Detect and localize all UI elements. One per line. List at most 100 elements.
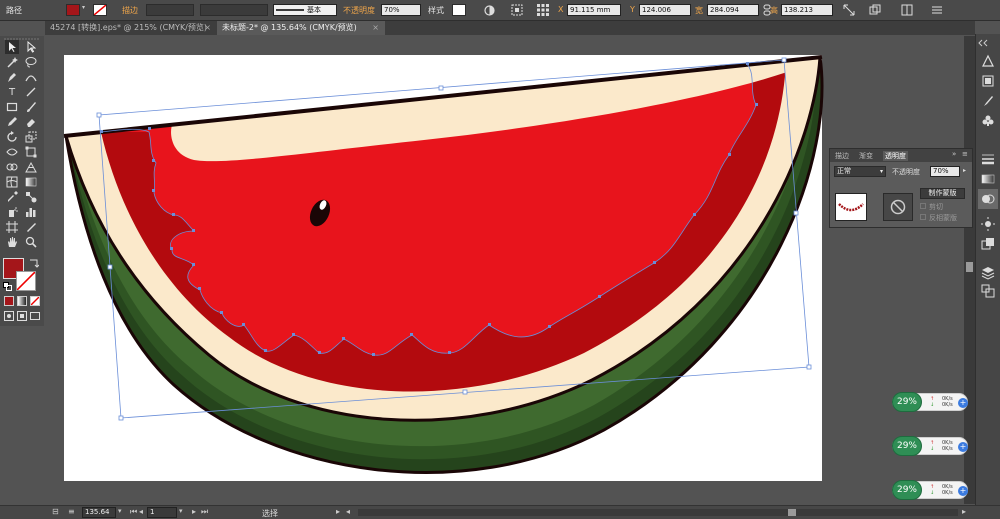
make-mask-button[interactable]: 制作蒙版 (920, 188, 965, 199)
invert-mask-checkbox[interactable] (920, 214, 926, 220)
rectangle-tool-icon[interactable] (5, 100, 19, 114)
plus-icon[interactable]: + (958, 398, 968, 408)
column-graph-tool-icon[interactable] (24, 205, 38, 219)
appearance-panel-icon[interactable] (981, 217, 995, 233)
zoom-dropdown-icon[interactable]: ▾ (118, 507, 122, 515)
default-fill-stroke-icon[interactable] (3, 282, 13, 294)
symbols-panel-icon[interactable] (981, 114, 995, 130)
width-tool-icon[interactable] (5, 145, 19, 159)
swatches-panel-icon[interactable] (981, 74, 995, 90)
rotate-tool-icon[interactable] (5, 130, 19, 144)
opacity-label[interactable]: 不透明度 (343, 5, 375, 16)
clip-checkbox[interactable] (920, 203, 926, 209)
isolate-icon[interactable] (868, 3, 882, 17)
zoom-input[interactable]: 135.64 (82, 507, 116, 518)
scroll-left-icon[interactable]: ◂ (346, 507, 350, 516)
panel-menu-icon[interactable]: ≡ (962, 150, 968, 158)
variable-width-field[interactable] (200, 4, 268, 16)
close-icon[interactable]: × (372, 21, 379, 35)
arrange-documents-icon[interactable] (900, 3, 914, 17)
draw-normal-icon[interactable] (4, 311, 14, 323)
artboard-tool-icon[interactable] (5, 220, 19, 234)
canvas[interactable] (44, 35, 964, 505)
mask-thumbnail[interactable] (883, 193, 913, 221)
opacity-input[interactable]: 70% (930, 166, 960, 177)
status-menu-arrow-icon[interactable]: ▸ (336, 507, 340, 516)
artboards-panel-icon[interactable] (981, 284, 995, 300)
scale-tool-icon[interactable] (24, 130, 38, 144)
graphic-styles-panel-icon[interactable] (981, 237, 995, 253)
opacity-input[interactable]: 70% (381, 4, 421, 16)
tab-stroke[interactable]: 描边 (835, 151, 849, 161)
first-artboard-icon[interactable]: ⏮ (130, 507, 137, 517)
collapse-dock-icon[interactable] (978, 38, 998, 48)
stroke-color-box[interactable] (16, 271, 36, 291)
align-to-icon[interactable] (510, 3, 524, 17)
line-segment-tool-icon[interactable] (24, 85, 38, 99)
perspective-grid-tool-icon[interactable] (24, 160, 38, 174)
recolor-icon[interactable] (482, 3, 496, 17)
brush-profile-field[interactable]: 基本 (273, 4, 337, 16)
layers-panel-icon[interactable] (981, 266, 995, 282)
eraser-tool-icon[interactable] (24, 115, 38, 129)
close-icon[interactable]: × (204, 21, 211, 35)
vertical-scrollbar[interactable] (964, 36, 975, 504)
opacity-slider-arrow-icon[interactable]: ▸ (963, 167, 966, 174)
tab-transparency[interactable]: 透明度 (883, 151, 908, 161)
y-input[interactable]: 124.006 (639, 4, 691, 16)
zoom-tool-icon[interactable] (24, 235, 38, 249)
selection-tool-icon[interactable] (5, 40, 19, 54)
draw-behind-icon[interactable] (17, 311, 27, 323)
stroke-label[interactable]: 描边 (122, 5, 138, 16)
direct-selection-tool-icon[interactable] (24, 40, 38, 54)
lasso-tool-icon[interactable] (24, 55, 38, 69)
object-thumbnail[interactable] (835, 193, 867, 221)
pen-tool-icon[interactable] (5, 70, 19, 84)
type-tool-icon[interactable]: T (5, 85, 19, 99)
gradient-tool-icon[interactable] (24, 175, 38, 189)
next-artboard-icon[interactable]: ▸ (192, 507, 196, 516)
paintbrush-tool-icon[interactable] (24, 100, 38, 114)
blend-mode-select[interactable]: 正常 ▾ (834, 166, 886, 177)
symbol-sprayer-tool-icon[interactable] (5, 205, 19, 219)
magic-wand-tool-icon[interactable] (5, 55, 19, 69)
artboard-number-input[interactable]: 1 (147, 507, 177, 518)
blend-tool-icon[interactable] (24, 190, 38, 204)
fill-color-swatch[interactable] (66, 4, 80, 16)
brushes-panel-icon[interactable] (981, 94, 995, 110)
horizontal-scrollbar-thumb[interactable] (788, 509, 796, 516)
horizontal-scrollbar[interactable] (358, 509, 958, 516)
network-speed-widget[interactable]: 29% ↑ ↓ 0K/s 0K/s + (892, 480, 968, 501)
panel-menu-icon[interactable] (930, 3, 944, 17)
graphic-style-swatch[interactable] (452, 4, 466, 16)
slice-tool-icon[interactable] (24, 220, 38, 234)
artboard-dropdown-icon[interactable]: ▾ (179, 507, 183, 515)
shape-builder-tool-icon[interactable] (5, 160, 19, 174)
panel-collapse-icon[interactable]: » (952, 150, 956, 158)
color-mode-icon[interactable] (4, 296, 14, 306)
width-input[interactable]: 284.094 (707, 4, 759, 16)
stroke-panel-icon[interactable] (981, 152, 995, 168)
curvature-tool-icon[interactable] (24, 70, 38, 84)
transparency-panel-icon[interactable] (978, 189, 998, 209)
plus-icon[interactable]: + (958, 486, 968, 496)
color-panel-icon[interactable] (981, 54, 995, 70)
plus-icon[interactable]: + (958, 442, 968, 452)
gradient-mode-icon[interactable] (17, 296, 27, 306)
network-speed-widget[interactable]: 29% ↑ ↓ 0K/s 0K/s + (892, 392, 968, 413)
previous-artboard-icon[interactable]: ◂ (139, 507, 143, 516)
eyedropper-tool-icon[interactable] (5, 190, 19, 204)
tab-gradient[interactable]: 渐变 (859, 151, 873, 161)
stroke-weight-field[interactable] (146, 4, 194, 16)
height-input[interactable]: 138.213 (781, 4, 833, 16)
zoom-menu-icon[interactable]: ≡ (68, 507, 75, 516)
hand-tool-icon[interactable] (5, 235, 19, 249)
screen-mode-icon[interactable] (30, 311, 40, 323)
stroke-color-swatch[interactable] (93, 4, 107, 16)
scrollbar-thumb[interactable] (966, 262, 973, 272)
network-speed-widget[interactable]: 29% ↑ ↓ 0K/s 0K/s + (892, 436, 968, 457)
last-artboard-icon[interactable]: ⏭ (201, 507, 208, 517)
tab-document-untitled-2[interactable]: 未标题-2* @ 135.64% (CMYK/预览) × (217, 21, 385, 35)
fill-dropdown-arrow[interactable]: ▾ (82, 4, 90, 16)
mesh-tool-icon[interactable] (5, 175, 19, 189)
